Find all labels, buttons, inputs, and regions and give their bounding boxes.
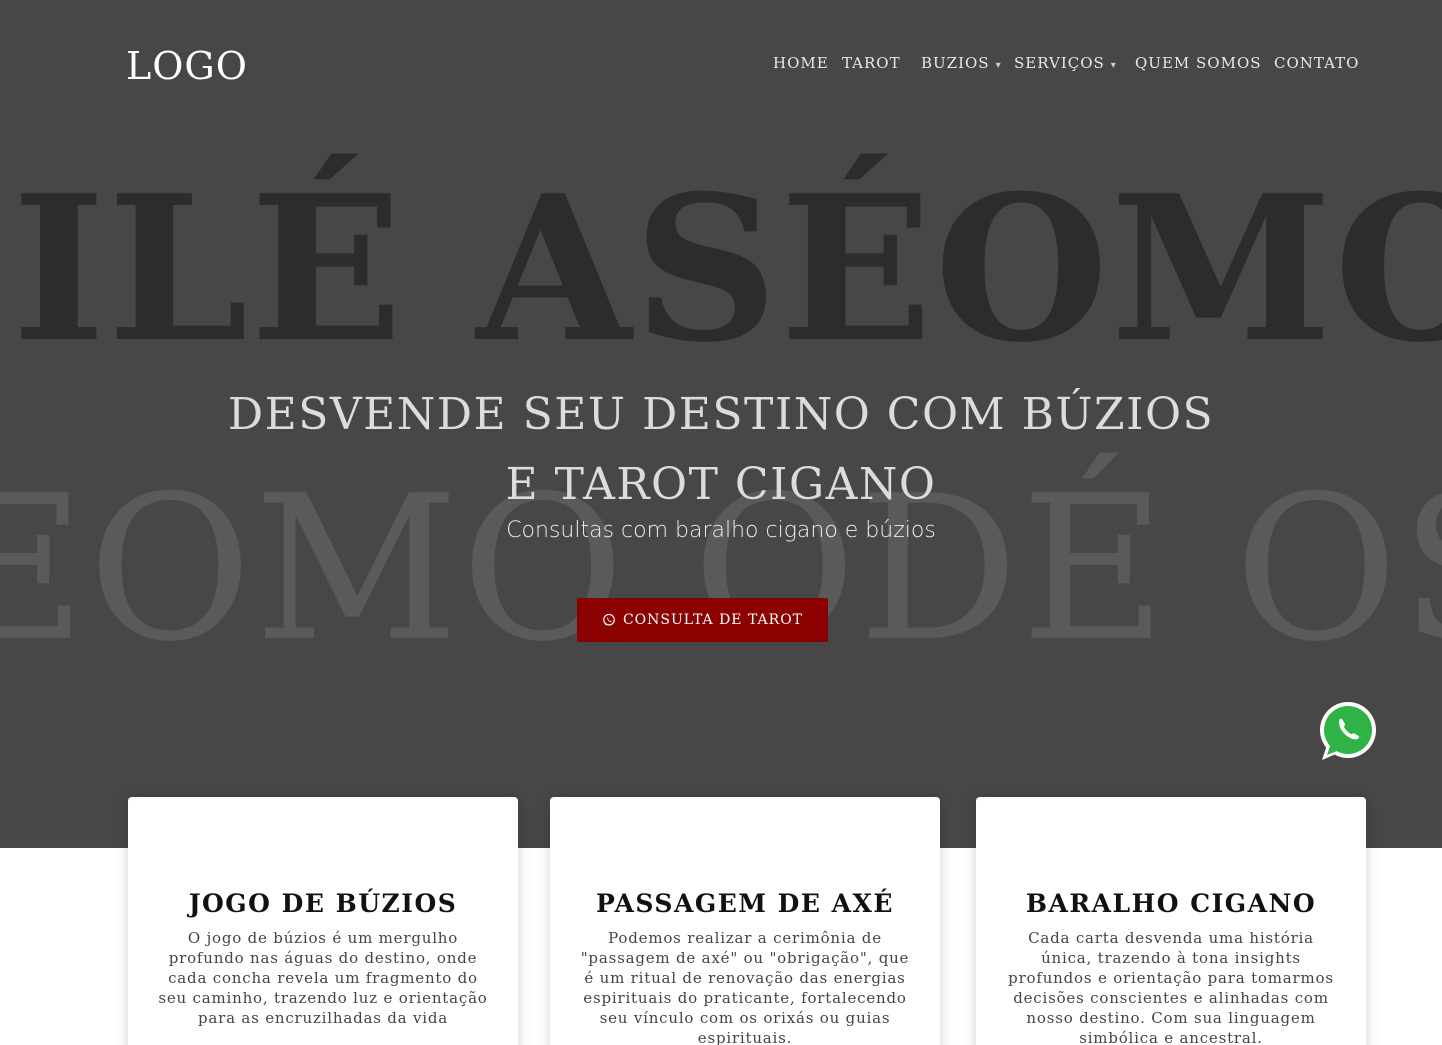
nav-item-servicos[interactable]: SERVIÇOS ▾ xyxy=(1014,54,1117,72)
card-title: BARALHO CIGANO xyxy=(1025,889,1317,918)
card-text: Podemos realizar a cerimônia de "passage… xyxy=(580,929,910,1045)
whatsapp-icon xyxy=(603,613,615,626)
hero-background-text-top: ILÉ ASÉOMO O xyxy=(12,152,1442,387)
chevron-down-icon: ▾ xyxy=(1110,60,1117,71)
card-title: PASSAGEM DE AXÉ xyxy=(596,889,894,918)
card-title: JOGO DE BÚZIOS xyxy=(188,889,458,918)
nav-item-contato[interactable]: CONTATO xyxy=(1274,54,1359,72)
card-jogo-de-buzios: JOGO DE BÚZIOS O jogo de búzios é um mer… xyxy=(128,797,518,1045)
hero-subtitle: Consultas com baralho cigano e búzios xyxy=(506,518,936,543)
consulta-tarot-button[interactable]: CONSULTA DE TAROT xyxy=(577,598,828,642)
card-passagem-de-axe: PASSAGEM DE AXÉ Podemos realizar a cerim… xyxy=(550,797,940,1045)
main-nav: HOME TAROT BUZIOS ▾ SERVIÇOS ▾ QUEM SOMOS … xyxy=(0,54,1442,78)
whatsapp-float-button[interactable] xyxy=(1316,700,1379,763)
chevron-down-icon: ▾ xyxy=(995,60,1002,71)
hero-title: DESVENDE SEU DESTINO COM BÚZIOS E TAROT … xyxy=(227,389,1215,510)
nav-item-quem-somos[interactable]: QUEM SOMOS xyxy=(1135,54,1262,72)
card-text: O jogo de búzios é um mergulho profundo … xyxy=(158,929,488,1027)
nav-item-home[interactable]: HOME xyxy=(773,54,829,72)
card-baralho-cigano: BARALHO CIGANO Cada carta desvenda uma h… xyxy=(976,797,1366,1045)
nav-item-tarot[interactable]: TAROT xyxy=(842,54,901,72)
hero-section: ILÉ ASÉOMO O EOMO ODÉ OSU LOGO HOME TARO… xyxy=(0,0,1442,848)
nav-item-buzios[interactable]: BUZIOS ▾ xyxy=(921,54,1002,72)
whatsapp-icon xyxy=(1320,702,1376,760)
card-text: Cada carta desvenda uma história única, … xyxy=(1008,929,1334,1045)
cta-label: CONSULTA DE TAROT xyxy=(622,612,804,628)
